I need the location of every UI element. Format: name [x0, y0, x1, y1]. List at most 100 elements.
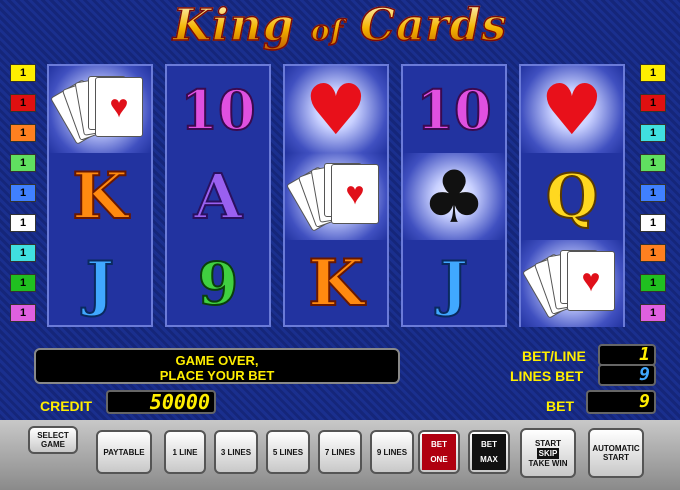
- heart-card-shape: ♥: [331, 163, 379, 224]
- reel-cell: 10: [403, 66, 505, 153]
- nine-lines-button[interactable]: 9 LINES: [370, 430, 414, 474]
- lines-bet-label: LINES BET: [510, 368, 584, 384]
- select-game-button[interactable]: SELECT GAME: [28, 426, 78, 454]
- ace-symbol: A: [193, 159, 243, 234]
- left-line-indicator: 1: [10, 184, 36, 202]
- message-display: GAME OVER, PLACE YOUR BET: [34, 348, 400, 384]
- ten-symbol: 10: [415, 77, 492, 143]
- bet-max-button[interactable]: BET MAX: [468, 430, 510, 474]
- left-line-indicator: 1: [10, 154, 36, 172]
- queen-symbol: Q: [545, 161, 599, 233]
- credit-label: CREDIT: [40, 398, 93, 414]
- paytable-button[interactable]: PAYTABLE: [96, 430, 152, 474]
- start-label-2: SKIP: [536, 447, 560, 459]
- king-symbol: K: [307, 245, 365, 322]
- right-line-indicator: 1: [640, 244, 666, 262]
- heart-symbol: ♥: [540, 68, 604, 151]
- right-line-indicator: 1: [640, 64, 666, 82]
- nine-lines-label: 9 LINES: [376, 447, 408, 457]
- reel-cell: ♥: [521, 240, 623, 327]
- reel-1: ♥ K J: [47, 64, 153, 327]
- start-label-3: TAKE WIN: [528, 458, 568, 468]
- bet-one-label-1: BET: [427, 437, 451, 452]
- right-line-indicator: 1: [640, 184, 666, 202]
- reel-cell: 10: [167, 66, 269, 153]
- ten-symbol: 10: [179, 77, 256, 143]
- select-game-label-1: SELECT: [37, 431, 69, 440]
- bet-max-label-1: BET: [477, 437, 501, 452]
- reel-3: ♥ ♥ K: [283, 64, 389, 327]
- reel-cell: ♥: [49, 66, 151, 153]
- info-panel: GAME OVER, PLACE YOUR BET BET/LINE 1 LIN…: [10, 340, 670, 420]
- right-line-indicator: 1: [640, 274, 666, 292]
- reel-cell: 9: [167, 240, 269, 327]
- club-symbol: ♣: [421, 154, 487, 239]
- five-lines-label: 5 LINES: [272, 447, 304, 457]
- five-lines-button[interactable]: 5 LINES: [266, 430, 310, 474]
- bet-line-display: 1: [598, 344, 656, 366]
- cards-fan-symbol: ♥: [286, 162, 381, 232]
- auto-start-button[interactable]: AUTOMATIC START: [588, 428, 644, 478]
- right-line-indicator: 1: [640, 124, 666, 142]
- select-game-label-2: GAME: [41, 440, 65, 449]
- jack-symbol: J: [85, 248, 115, 320]
- reel-cell: ♥: [285, 153, 387, 240]
- right-line-indicator: 1: [640, 304, 666, 322]
- heart-card-shape: ♥: [95, 76, 143, 137]
- right-line-indicator: 1: [640, 94, 666, 112]
- left-line-indicator: 1: [10, 244, 36, 262]
- one-line-label: 1 LINE: [172, 447, 198, 457]
- title-cards: Cards: [359, 0, 508, 52]
- seven-lines-label: 7 LINES: [324, 447, 356, 457]
- left-line-indicators: 1 1 1 1 1 1 1 1 1: [10, 64, 40, 334]
- nine-symbol: 9: [197, 249, 239, 319]
- start-button[interactable]: START SKIP TAKE WIN: [520, 428, 576, 478]
- button-bar: SELECT GAME PAYTABLE 1 LINE 3 LINES 5 LIN…: [0, 420, 680, 490]
- heart-card-shape: ♥: [567, 250, 615, 311]
- auto-start-label-2: START: [602, 453, 630, 462]
- reel-4: 10 ♣ J: [401, 64, 507, 327]
- three-lines-label: 3 LINES: [220, 447, 252, 457]
- message-line1: GAME OVER,: [175, 353, 259, 368]
- right-line-indicators: 1 1 1 1 1 1 1 1 1: [640, 64, 670, 334]
- left-line-indicator: 1: [10, 94, 36, 112]
- reel-cell: K: [285, 240, 387, 327]
- bet-max-label-2: MAX: [476, 452, 502, 467]
- bet-display: 9: [586, 390, 656, 414]
- left-line-indicator: 1: [10, 274, 36, 292]
- reel-cell: A: [167, 153, 269, 240]
- left-line-indicator: 1: [10, 214, 36, 232]
- bet-line-label: BET/LINE: [522, 348, 586, 364]
- jack-symbol: J: [439, 248, 469, 320]
- reel-cell: Q: [521, 153, 623, 240]
- cards-fan-symbol: ♥: [50, 75, 145, 145]
- lines-bet-display: 9: [598, 364, 656, 386]
- reel-cell: ♥: [521, 66, 623, 153]
- reel-2: 10 A 9: [165, 64, 271, 327]
- bet-label: BET: [546, 398, 574, 414]
- reel-cell: J: [403, 240, 505, 327]
- one-line-button[interactable]: 1 LINE: [164, 430, 206, 474]
- game-title: King of Cards: [0, 0, 680, 56]
- seven-lines-button[interactable]: 7 LINES: [318, 430, 362, 474]
- credit-display: 50000: [106, 390, 216, 414]
- start-label-1: START: [534, 438, 562, 448]
- king-symbol: K: [71, 158, 129, 235]
- heart-symbol: ♥: [304, 68, 368, 151]
- right-line-indicator: 1: [640, 214, 666, 232]
- right-line-indicator: 1: [640, 154, 666, 172]
- title-king: King: [172, 0, 295, 52]
- three-lines-button[interactable]: 3 LINES: [214, 430, 258, 474]
- reel-cell: J: [49, 240, 151, 327]
- bet-one-button[interactable]: BET ONE: [418, 430, 460, 474]
- cards-fan-symbol: ♥: [522, 249, 617, 319]
- reel-cell: ♣: [403, 153, 505, 240]
- bet-one-label-2: ONE: [426, 452, 452, 467]
- message-line2: PLACE YOUR BET: [159, 368, 275, 383]
- title-of: of: [310, 13, 344, 48]
- left-line-indicator: 1: [10, 124, 36, 142]
- paytable-label: PAYTABLE: [103, 447, 145, 457]
- auto-start-label-1: AUTOMATIC: [592, 444, 640, 453]
- left-line-indicator: 1: [10, 64, 36, 82]
- reel-5: ♥ Q ♥: [519, 64, 625, 327]
